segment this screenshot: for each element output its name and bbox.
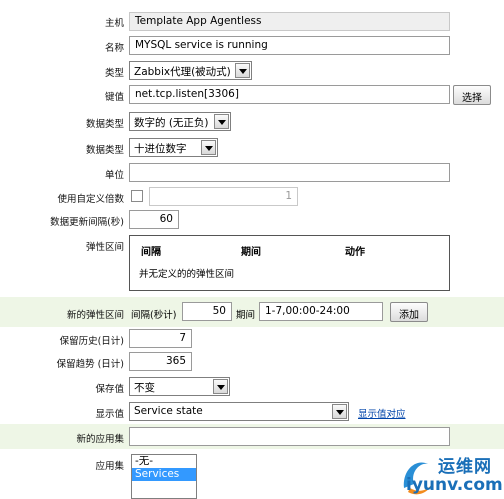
flex-intervals-row: 弹性区间 间隔 期间 动作 并无定义的的弹性区间 [0,235,504,291]
multiplier-row: 使用自定义倍数 1 [0,187,504,206]
data-type-label: 数据类型 [85,145,124,156]
value-type-select-value: 数字的 (无正负) [134,117,209,129]
update-interval-label: 数据更新间隔(秒) [50,217,124,228]
units-row: 单位 [0,163,504,182]
update-interval-input[interactable]: 60 [129,210,179,229]
new-flex-interval-seconds-label: 间隔(秒计) [131,310,177,321]
history-label: 保留历史(日计) [59,336,124,347]
store-value-select[interactable]: 不变 [129,377,230,396]
applications-listbox[interactable]: -无- Services [131,454,197,499]
show-value-select-value: Service state [134,405,203,417]
key-label: 键值 [104,92,124,103]
application-option-services[interactable]: Services [132,468,196,481]
type-label: 类型 [104,68,124,79]
store-value-label: 保存值 [95,384,124,395]
host-row: 主机 Template App Agentless [0,12,504,31]
watermark-url: iyunv.com [406,475,503,495]
new-flex-interval-input[interactable]: 50 [182,302,232,321]
chevron-down-icon [201,140,216,155]
new-flex-interval-label: 新的弹性区间 [66,310,124,321]
history-input[interactable]: 7 [129,329,192,348]
type-row: 类型 Zabbix代理(被动式) [0,61,504,80]
data-type-select[interactable]: 十进位数字 [129,138,218,157]
value-type-row: 数据类型 数字的 (无正负) [0,112,504,131]
units-label: 单位 [104,170,124,181]
history-row: 保留历史(日计) 7 [0,329,504,348]
key-row: 键值 net.tcp.listen[3306] 选择 [0,85,504,105]
update-interval-row: 数据更新间隔(秒) 60 [0,210,504,229]
new-application-input[interactable] [129,427,450,446]
show-value-label: 显示值 [95,409,124,420]
name-row: 名称 MYSQL service is running [0,36,504,55]
flex-header-interval: 间隔 [141,247,161,258]
flex-header-action: 动作 [345,247,365,258]
flex-header-period: 期间 [241,247,261,258]
new-flex-interval-row: 新的弹性区间 间隔(秒计) 50 期间 1-7,00:00-24:00 添加 [0,297,504,327]
flex-intervals-table: 间隔 期间 动作 并无定义的的弹性区间 [129,235,450,291]
value-mapping-link[interactable]: 显示值对应 [358,406,406,420]
trends-label: 保留趋势 (日计) [56,359,124,370]
new-flex-period-label: 期间 [236,310,256,321]
flex-intervals-label: 弹性区间 [85,242,124,253]
flex-empty-text: 并无定义的的弹性区间 [139,269,235,280]
type-select[interactable]: Zabbix代理(被动式) [129,61,252,80]
trends-input[interactable]: 365 [129,352,192,371]
host-field: Template App Agentless [129,12,450,31]
show-value-row: 显示值 Service state 显示值对应 [0,402,504,421]
watermark-brand: 运维网 [438,457,492,477]
data-type-row: 数据类型 十进位数字 [0,138,504,157]
new-application-label: 新的应用集 [76,434,124,445]
chevron-down-icon [214,114,229,129]
applications-label: 应用集 [95,461,124,472]
store-value-row: 保存值 不变 [0,377,504,396]
data-type-select-value: 十进位数字 [134,143,187,155]
chevron-down-icon [213,379,228,394]
name-input[interactable]: MYSQL service is running [129,36,450,55]
application-option-none[interactable]: -无- [132,455,196,468]
multiplier-input[interactable]: 1 [149,187,298,206]
chevron-down-icon [332,404,347,419]
value-type-label: 数据类型 [85,119,124,130]
new-flex-period-input[interactable]: 1-7,00:00-24:00 [259,302,383,321]
units-input[interactable] [129,163,450,182]
add-flex-interval-button[interactable]: 添加 [390,302,428,322]
chevron-down-icon [235,63,250,78]
key-input[interactable]: net.tcp.listen[3306] [129,85,450,104]
multiplier-label: 使用自定义倍数 [57,194,124,205]
watermark-logo: 运维网 iyunv.com [398,448,504,499]
store-value-select-value: 不变 [134,382,155,394]
type-select-value: Zabbix代理(被动式) [134,66,231,78]
name-label: 名称 [104,43,124,54]
key-select-button[interactable]: 选择 [453,85,491,105]
multiplier-checkbox[interactable] [131,190,143,202]
trends-row: 保留趋势 (日计) 365 [0,352,504,371]
new-application-row: 新的应用集 [0,424,504,449]
show-value-select[interactable]: Service state [129,402,349,421]
value-type-select[interactable]: 数字的 (无正负) [129,112,231,131]
host-label: 主机 [104,18,124,29]
